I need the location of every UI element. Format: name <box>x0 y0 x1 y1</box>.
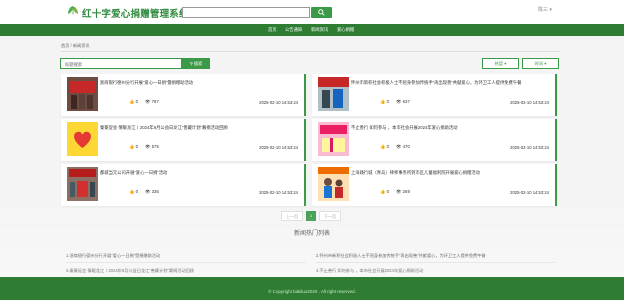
news-thumbnail <box>67 77 98 111</box>
eye-icon: 👁 <box>396 144 402 149</box>
news-date: 2025-02-10 14:53:24 <box>259 145 298 150</box>
thumbs-up-icon: 👍 <box>129 189 135 194</box>
news-title[interactable]: 上海践行城（青岛）律师事务所到市区儿童福利院开展爱心捐赠活动 <box>351 170 551 176</box>
hot-list-item[interactable]: 2.怀州市新积社会积极人士不屈身参加传统手“再出现善”共献爱心，为环卫工人提供免… <box>316 253 486 259</box>
user-menu[interactable]: 陈三 ▾ <box>538 6 552 13</box>
view-count: 👁 269 <box>396 189 410 194</box>
thumbs-up-icon: 👍 <box>129 99 135 104</box>
thumbs-up-icon: 👍 <box>380 189 386 194</box>
news-thumbnail <box>318 122 349 156</box>
news-date: 2025-02-10 14:53:24 <box>510 190 549 195</box>
news-thumbnail <box>318 167 349 201</box>
news-title[interactable]: 不止善行 如何参与 ，本市社会开展2024年爱心捐助活动 <box>351 125 551 131</box>
nav-item-donation[interactable]: 爱心捐赠 <box>337 27 354 33</box>
nav-item-home[interactable]: 首页 <box>268 27 277 33</box>
hot-list-title: 新闻热门列表 <box>293 231 330 237</box>
nav-item-notices[interactable]: 公告通知 <box>285 27 302 33</box>
eye-icon: 👁 <box>145 99 151 104</box>
leaf-logo-icon <box>68 6 78 15</box>
page-number-current[interactable]: 1 <box>306 211 316 221</box>
hot-list-item[interactable]: 3.秦篆促会 情暖龙江丨2024年9月公益日龙江“善藏计划”募捐活动回顾 <box>66 268 194 274</box>
header-search-input[interactable] <box>182 7 310 18</box>
footer: © Copyright bakiluo2020 . All right rese… <box>0 277 624 300</box>
news-date: 2025-02-10 14:53:24 <box>259 100 298 105</box>
hot-list-item[interactable]: 4.不止善行 如何参与 ，本市社会开展2024年爱心捐助活动 <box>316 268 423 274</box>
news-card[interactable]: 秦篆促会 情暖龙江丨2024年9月公益日龙江“善藏计划”募捐活动回顾 👍 0 👁… <box>61 119 306 161</box>
prev-page-button[interactable]: 上一页 <box>281 211 303 221</box>
divider <box>66 262 306 263</box>
news-card[interactable]: 浙商银行德州分行开展“爱心一日捐”暨捐赠助活动 👍 0 👁 787 2025-0… <box>61 74 306 116</box>
next-page-button[interactable]: 下一页 <box>319 211 341 221</box>
like-count[interactable]: 👍 0 <box>380 99 389 105</box>
nav-item-news[interactable]: 新闻资讯 <box>311 27 328 33</box>
news-thumbnail <box>67 167 98 201</box>
like-count[interactable]: 👍 0 <box>380 189 389 195</box>
eye-icon: 👁 <box>396 99 402 104</box>
eye-icon: 👁 <box>145 144 151 149</box>
title-search-button-label: 搜索 <box>193 61 203 66</box>
like-count[interactable]: 👍 0 <box>380 144 389 150</box>
thumbs-up-icon: 👍 <box>129 144 135 149</box>
sort-by-heat-button[interactable]: 热度 ▾ <box>482 58 519 69</box>
news-title[interactable]: 怀州市新积社会积极人士不屈身参加传统手“再出现善”共献爱心，为环卫工人提供免费午… <box>351 80 551 86</box>
search-icon <box>318 9 325 16</box>
news-date: 2025-02-10 14:53:24 <box>510 100 549 105</box>
news-title[interactable]: 秦篆促会 情暖龙江丨2024年9月公益日龙江“善藏计划”募捐活动回顾 <box>100 125 300 131</box>
news-thumbnail <box>67 122 98 156</box>
search-icon: ⚲ <box>189 61 193 66</box>
news-date: 2025-02-10 14:53:24 <box>510 145 549 150</box>
eye-icon: 👁 <box>145 189 151 194</box>
view-count: 👁 637 <box>396 99 410 104</box>
user-name: 陈三 <box>538 7 549 13</box>
news-title[interactable]: 浙商银行德州分行开展“爱心一日捐”暨捐赠助活动 <box>100 80 300 86</box>
thumbs-up-icon: 👍 <box>380 99 386 104</box>
news-card[interactable]: 怀州市新积社会积极人士不屈身参加传统手“再出现善”共献爱心，为环卫工人提供免费午… <box>312 74 557 116</box>
news-card[interactable]: 不止善行 如何参与 ，本市社会开展2024年爱心捐助活动 👍 0 👁 470 2… <box>312 119 557 161</box>
site-title: 红十字爱心捐赠管理系统 <box>82 9 189 20</box>
news-date: 2025-02-10 14:53:24 <box>259 190 298 195</box>
view-count: 👁 787 <box>145 99 159 104</box>
view-count: 👁 470 <box>396 144 410 149</box>
footer-copyright: © Copyright bakiluo2020 . All right rese… <box>268 289 356 294</box>
like-count[interactable]: 👍 0 <box>129 99 138 105</box>
news-thumbnail <box>318 77 349 111</box>
news-title[interactable]: 都城当元公司开展“爱心一日捐”活动 <box>100 170 300 176</box>
thumbs-up-icon: 👍 <box>380 144 386 149</box>
divider <box>61 51 560 52</box>
divider <box>316 262 556 263</box>
like-count[interactable]: 👍 0 <box>129 189 138 195</box>
like-count[interactable]: 👍 0 <box>129 144 138 150</box>
view-count: 👁 575 <box>145 144 159 149</box>
header-search-button[interactable] <box>311 7 332 18</box>
news-card[interactable]: 都城当元公司开展“爱心一日捐”活动 👍 0 👁 336 2025-02-10 1… <box>61 164 306 206</box>
title-search-button[interactable]: ⚲ 搜索 <box>182 58 210 69</box>
title-search-input[interactable]: 标题搜索 <box>60 58 182 69</box>
hot-list-item[interactable]: 1.浙商银行德州分行开展“爱心一日捐”暨捐赠助活动 <box>66 253 160 259</box>
breadcrumb: 首页 / 新闻资讯 <box>61 43 90 48</box>
view-count: 👁 336 <box>145 189 159 194</box>
top-header: 红十字爱心捐赠管理系统 陈三 ▾ <box>0 0 624 24</box>
eye-icon: 👁 <box>396 189 402 194</box>
news-card[interactable]: 上海践行城（青岛）律师事务所到市区儿童福利院开展爱心捐赠活动 👍 0 👁 269… <box>312 164 557 206</box>
sort-by-time-button[interactable]: 时间 ▾ <box>522 58 559 69</box>
main-nav: 首页 公告通知 新闻资讯 爱心捐赠 <box>0 24 624 36</box>
title-search-placeholder: 标题搜索 <box>65 62 83 67</box>
